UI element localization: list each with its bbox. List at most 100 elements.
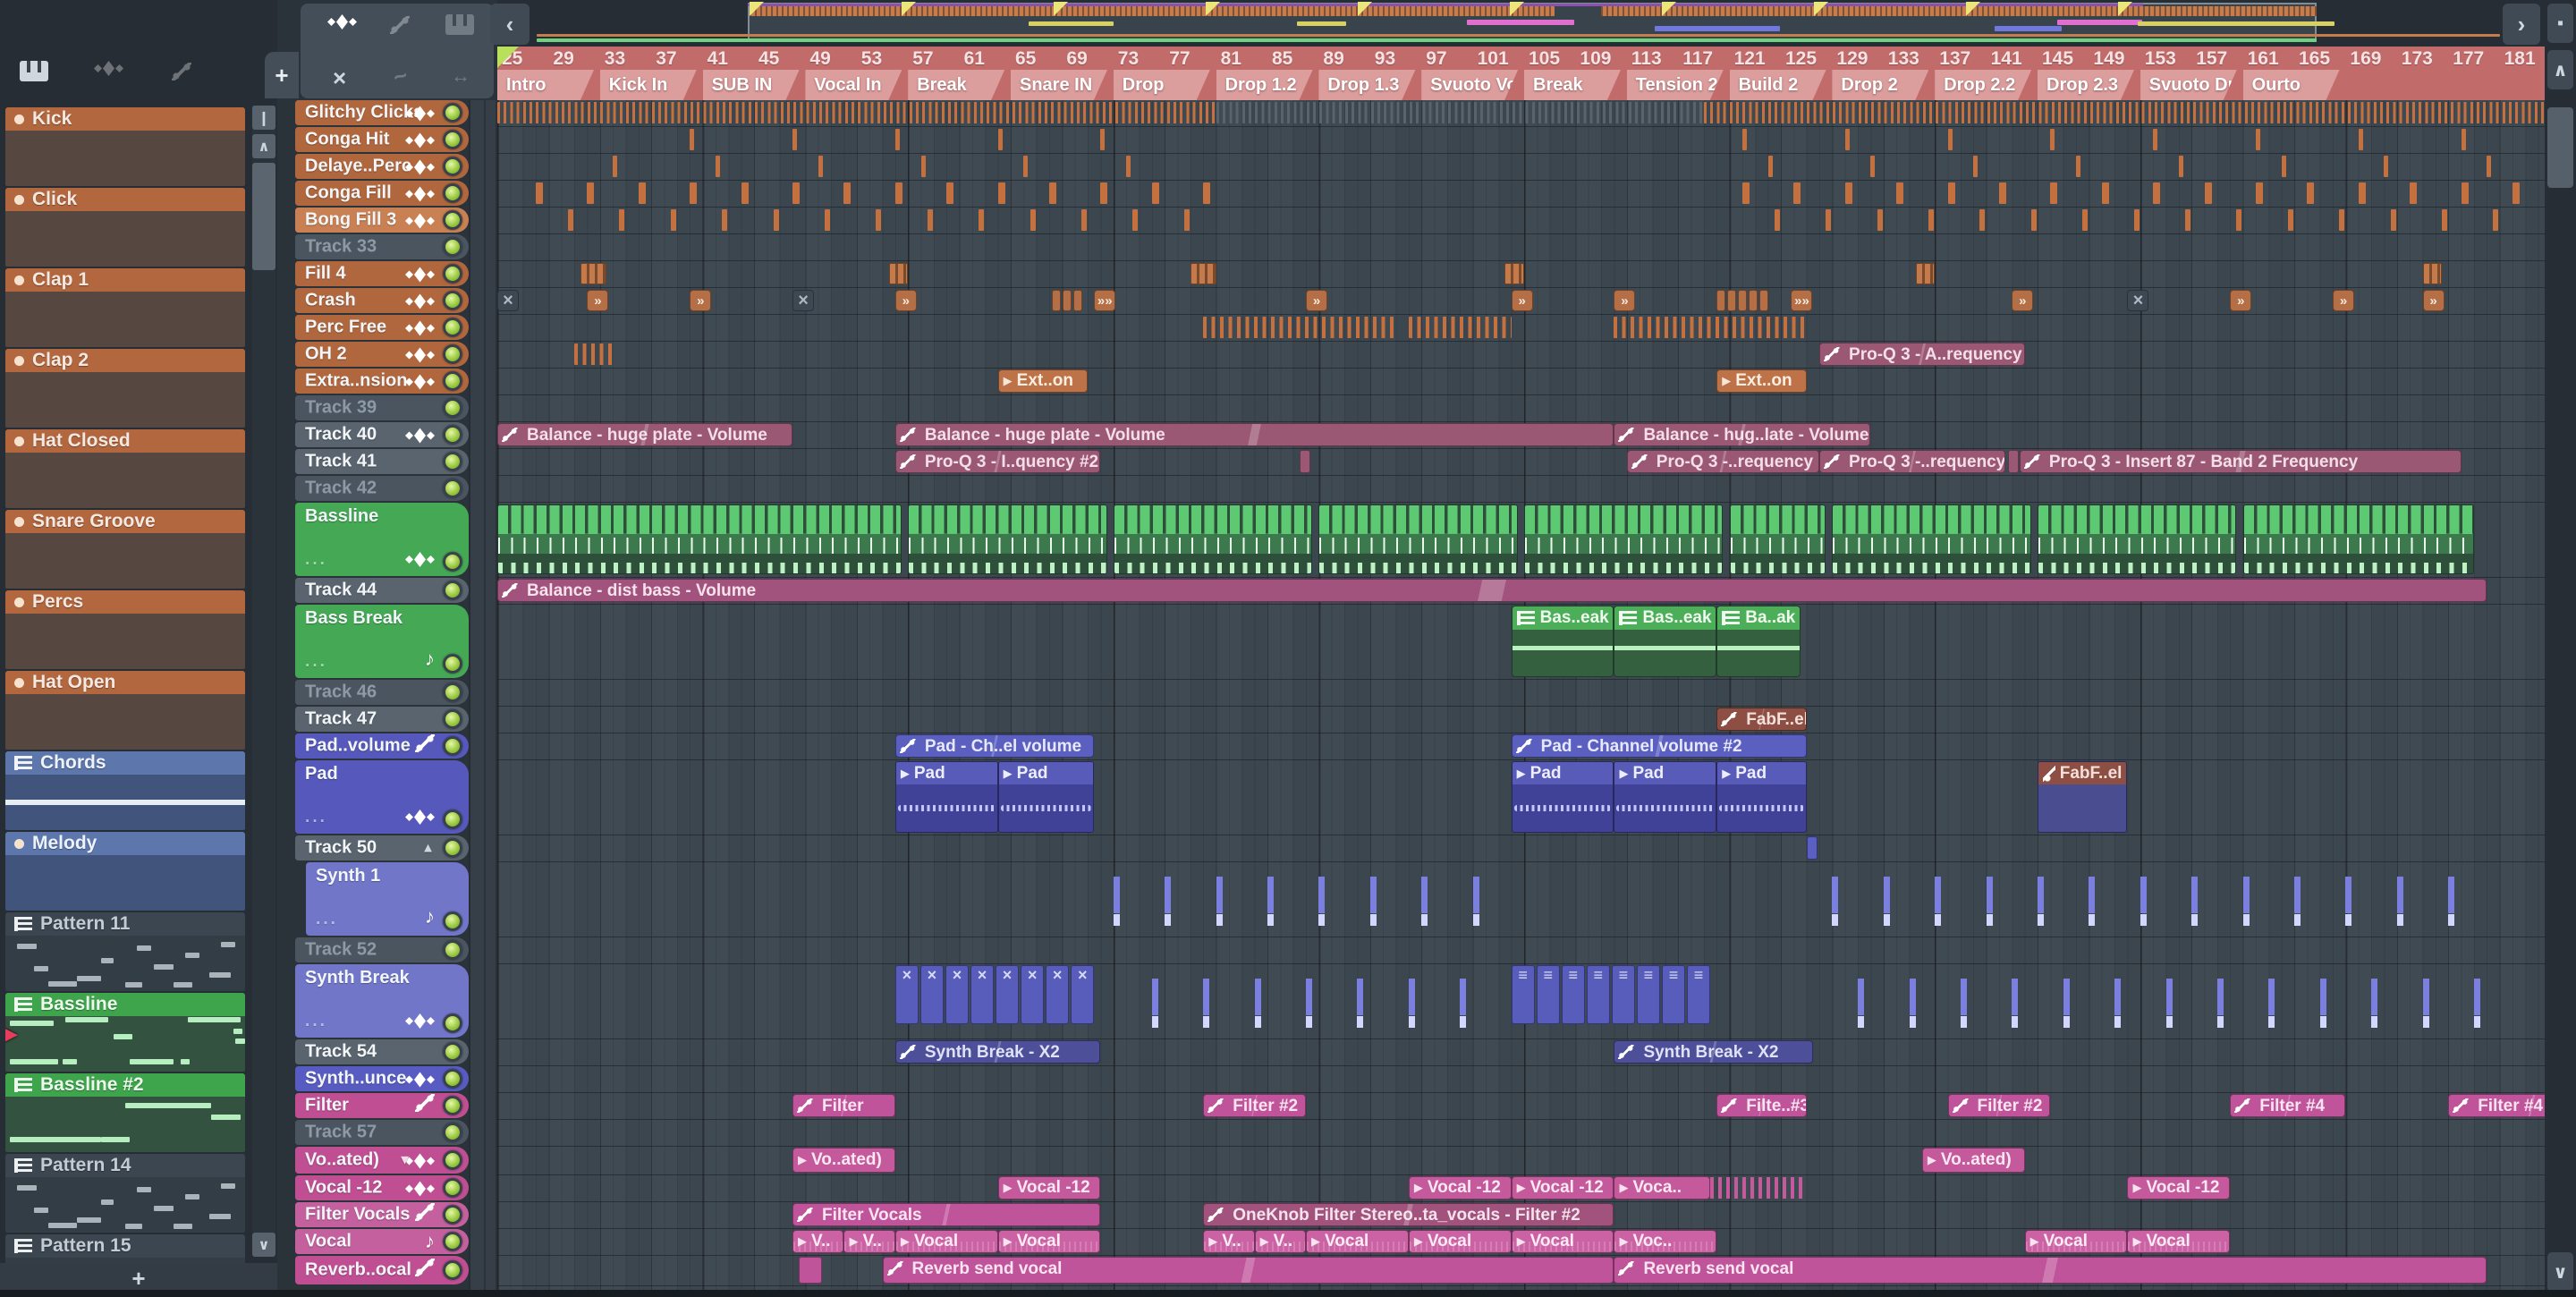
audio-tick-clip[interactable] [1080,209,1087,231]
audio-tick-clip[interactable] [2050,129,2055,150]
synth-note-clip[interactable] [2038,864,2044,934]
audio-tick-clip[interactable] [567,209,573,231]
audio-tick-clip[interactable] [2153,182,2161,204]
audio-tick-clip[interactable] [1896,182,1904,204]
track-enable-led[interactable] [443,452,462,471]
pad-audio-clip[interactable]: ▶ Pad [1614,761,1717,833]
cut-icon[interactable]: × [333,64,346,92]
chop-cell[interactable]: ≡ [1611,965,1635,1024]
pattern-item-clap-2[interactable]: Clap 2 [5,349,245,428]
synth-note-clip[interactable] [2242,864,2250,934]
pattern-preview[interactable] [5,453,245,508]
icon-clip[interactable]: »» [1791,290,1813,311]
track-options-dots[interactable]: ··· [305,1016,327,1036]
icon-clip[interactable]: × [497,290,519,311]
pad-audio-clip[interactable]: ▶ Pad [997,761,1095,833]
pattern-item-percs[interactable]: Percs [5,590,245,669]
audio-tick-clip[interactable] [2153,129,2158,150]
bassline-clip-run[interactable] [1524,504,1724,574]
audio-tick-clip[interactable] [2287,209,2293,231]
chop-cell[interactable]: ≡ [1561,965,1585,1024]
synth-note-clip[interactable] [1832,864,1839,934]
automation-blip[interactable] [1299,450,1310,473]
track-enable-led[interactable] [443,838,462,858]
synth-note-clip[interactable] [1203,966,1210,1036]
audio-tick-clip[interactable] [1979,209,1986,231]
chop-cell[interactable]: ≡ [1586,965,1610,1024]
audio-clip[interactable]: ▶ Vocal [894,1230,998,1253]
expand-group-icon[interactable]: ▼ [398,1153,411,1168]
track-row-vocal[interactable]: ▶ V.. ▶ V.. ▶ Vocal ▶ Vocal ▶ V.. ▶ V.. ▶ Vocal ▶ Vocal… [497,1229,2545,1256]
audio-tick-clip[interactable] [894,182,902,204]
audio-tick-clip[interactable] [2358,182,2366,204]
audio-tick-clip[interactable] [818,156,823,177]
track-row-track-44[interactable]: Balance - dist bass - Volume [497,578,2545,605]
icon-clip[interactable]: » [2422,290,2445,311]
track-header-synth-unce[interactable]: Synth..unce [295,1066,469,1091]
track-header-track-46[interactable]: Track 46 [295,680,469,705]
synth-note-clip[interactable] [1858,966,1865,1036]
automation-clip[interactable]: Pad - Channel volume #2 [1511,734,1807,758]
slim-clip[interactable] [1749,290,1758,311]
audio-clip[interactable]: ▶ Vocal -12 [2127,1176,2231,1200]
chop-cell[interactable]: ≡ [1536,965,1560,1024]
pattern-scrollbar-thumb[interactable] [252,163,275,270]
track-enable-led[interactable] [443,425,462,445]
synth-note-clip[interactable] [2165,966,2173,1036]
synth-note-clip[interactable] [1883,864,1890,934]
track-row-track-52[interactable] [497,937,2545,964]
synth-note-clip[interactable] [2294,864,2301,934]
audio-tick-clip[interactable] [2185,209,2191,231]
scrollbar-thumb[interactable] [2547,107,2573,188]
track-row-synth-unce[interactable] [497,1066,2545,1093]
track-header-track-50[interactable]: Track 50 ▲ [295,835,469,860]
track-row-track-39[interactable] [497,395,2545,422]
pattern-item-bassline[interactable]: Bassline ▶ [5,993,245,1072]
track-enable-led[interactable] [443,1096,462,1115]
audio-tick-clip[interactable] [1183,209,1190,231]
pattern-preview[interactable]: ▶ [5,1016,245,1072]
pattern-title-bar[interactable]: Pattern 15 [5,1234,245,1258]
pattern-title-bar[interactable]: Bassline #2 [5,1073,245,1097]
audio-tick-clip[interactable] [876,209,882,231]
track-row-filter-vocals[interactable]: Filter Vocals OneKnob Filter Stereo..ta_v… [497,1202,2545,1229]
audio-tick-clip[interactable] [2076,156,2081,177]
track-enable-led[interactable] [443,810,462,829]
pattern-scroll-up-button[interactable]: ∧ [252,134,275,158]
audio-tick-clip[interactable] [1947,182,1955,204]
audio-tick-clip[interactable] [1793,182,1801,204]
track-header-track-39[interactable]: Track 39 [295,395,469,420]
synth-note-clip[interactable] [1935,864,1942,934]
track-header-synth-break[interactable]: Synth Break ··· [295,964,469,1038]
pattern-item-hat-open[interactable]: Hat Open [5,671,245,750]
timeline-marker-break[interactable]: Break [908,70,1005,100]
audio-clip[interactable]: ▶ Vocal [1306,1230,1409,1253]
audio-tick-clip[interactable] [1973,156,1979,177]
automation-clip[interactable]: Balance - hug..late - Volume [1614,423,1871,446]
automation-icon[interactable] [172,63,191,81]
synth-note-clip[interactable] [2371,966,2378,1036]
track-enable-led[interactable] [443,210,462,230]
audio-tick-clip[interactable] [690,182,698,204]
pattern-item-pattern-11[interactable]: Pattern 11 [5,912,245,991]
track-row-glitchy-clicks[interactable] [497,100,2545,127]
vertical-scrollbar[interactable]: ▪ ∧ ∨ [2545,0,2576,1297]
track-enable-led[interactable] [443,1150,462,1170]
audio-tick-clip[interactable] [773,209,779,231]
audio-tick-clip[interactable] [1030,209,1036,231]
icon-clip[interactable]: » [2333,290,2355,311]
audio-tick-clip[interactable] [2442,209,2448,231]
automation-clip[interactable]: Pad - Ch..el volume [894,734,1095,758]
track-header-oh-2[interactable]: OH 2 [295,342,469,367]
synth-note-clip[interactable] [1357,966,1364,1036]
audio-tick-clip[interactable] [1998,182,2006,204]
icon-clip[interactable]: » [1614,290,1636,311]
track-row-bong-fill-3[interactable] [497,208,2545,234]
track-header-fill-4[interactable]: Fill 4 [295,261,469,286]
slim-clip[interactable] [1759,290,1769,311]
pattern-scroll-down-button[interactable]: ∨ [252,1233,275,1257]
synth-note-clip[interactable] [2140,864,2147,934]
audio-tick-clip[interactable] [715,156,720,177]
audio-tick-clip[interactable] [1877,209,1883,231]
track-row-pad[interactable]: ▶ Pad ▶ Pad ▶ Pad ▶ Pad ▶ Pad FabF..el [497,760,2545,835]
